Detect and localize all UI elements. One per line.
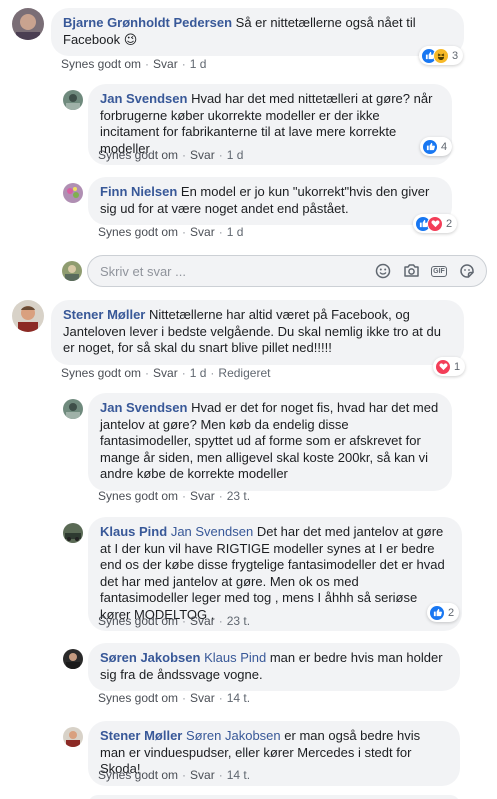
like-link[interactable]: Synes godt om	[98, 489, 178, 503]
mention-link[interactable]: Søren Jakobsen	[186, 728, 281, 743]
reply-bubble: Søren Jakobsen Klaus Pind man er bedre h…	[88, 643, 460, 691]
reply-bubble: Finn Nielsen En model er jo kun "ukorrek…	[88, 177, 452, 225]
like-link[interactable]: Synes godt om	[98, 148, 178, 162]
reply-link[interactable]: Svar	[190, 768, 215, 782]
edited-label[interactable]: Redigeret	[218, 366, 270, 380]
comment-actions: Synes godt om · Svar · 23 t.	[98, 489, 251, 503]
reactions-summary[interactable]: 3	[419, 46, 464, 65]
avatar-photo	[63, 399, 83, 419]
emoji-icon[interactable]	[374, 262, 392, 280]
reply-input[interactable]: Skriv et svar ... GIF	[87, 255, 487, 287]
comment-author[interactable]: Finn Nielsen	[100, 184, 177, 199]
reply-bubble: Jan Svendsen Hvad er det for noget fis, …	[88, 393, 452, 491]
sticker-icon[interactable]	[458, 262, 476, 280]
reply-bubble-partial	[88, 795, 460, 799]
comment-bubble: Stener Møller Nittetællerne har altid væ…	[51, 300, 464, 365]
like-link[interactable]: Synes godt om	[61, 57, 141, 71]
comment-bubble: Bjarne Grønholdt Pedersen Så er nittetæl…	[51, 8, 464, 56]
avatar-bjarne[interactable]	[12, 8, 44, 40]
avatar-photo	[63, 649, 83, 669]
reply-placeholder: Skriv et svar ...	[100, 263, 186, 279]
reply-tools: GIF	[374, 262, 486, 280]
reaction-count: 4	[441, 140, 448, 153]
reaction-count: 3	[452, 49, 459, 62]
avatar-stener[interactable]	[12, 300, 44, 332]
timestamp[interactable]: 14 t.	[227, 691, 250, 705]
reply-link[interactable]: Svar	[190, 691, 215, 705]
reaction-count: 2	[446, 217, 453, 230]
like-link[interactable]: Synes godt om	[98, 768, 178, 782]
comment-actions: Synes godt om · Svar · 14 t.	[98, 691, 251, 705]
like-reaction-icon	[429, 604, 445, 621]
reactions-summary[interactable]: 4	[420, 137, 453, 156]
comment-author[interactable]: Bjarne Grønholdt Pedersen	[63, 15, 232, 30]
avatar-photo	[62, 261, 82, 281]
reactions-summary[interactable]: 1	[433, 357, 466, 376]
timestamp[interactable]: 23 t.	[227, 489, 250, 503]
avatar-photo	[63, 90, 83, 110]
comment-actions: Synes godt om · Svar · 14 t.	[98, 768, 251, 782]
comment-author[interactable]: Stener Møller	[63, 307, 145, 322]
comment-author[interactable]: Klaus Pind	[100, 524, 167, 539]
timestamp[interactable]: 1 d	[190, 57, 207, 71]
like-link[interactable]: Synes godt om	[98, 614, 178, 628]
comment-author[interactable]: Jan Svendsen	[100, 91, 187, 106]
reply-link[interactable]: Svar	[190, 614, 215, 628]
like-link[interactable]: Synes godt om	[98, 691, 178, 705]
reaction-count: 1	[454, 360, 461, 373]
reply-link[interactable]: Svar	[153, 366, 178, 380]
comment-actions: Synes godt om · Svar · 1 d	[98, 148, 244, 162]
like-reaction-icon	[422, 138, 438, 155]
avatar-photo	[12, 8, 44, 40]
comment-actions: Synes godt om · Svar · 1 d · Redigeret	[61, 366, 271, 380]
avatar-jan[interactable]	[63, 90, 83, 110]
timestamp[interactable]: 14 t.	[227, 768, 250, 782]
timestamp[interactable]: 1 d	[227, 225, 244, 239]
avatar-finn[interactable]	[63, 183, 83, 203]
timestamp[interactable]: 1 d	[190, 366, 207, 380]
timestamp[interactable]: 23 t.	[227, 614, 250, 628]
comment-actions: Synes godt om · Svar · 1 d	[98, 225, 244, 239]
gif-icon[interactable]: GIF	[430, 262, 448, 280]
reply-link[interactable]: Svar	[190, 148, 215, 162]
timestamp[interactable]: 1 d	[227, 148, 244, 162]
haha-reaction-icon	[433, 47, 449, 64]
like-link[interactable]: Synes godt om	[61, 366, 141, 380]
mention-link[interactable]: Klaus Pind	[204, 650, 266, 665]
love-reaction-icon	[435, 358, 451, 375]
avatar-klaus[interactable]	[63, 523, 83, 543]
comment-author[interactable]: Søren Jakobsen	[100, 650, 200, 665]
avatar-photo	[63, 523, 83, 543]
like-link[interactable]: Synes godt om	[98, 225, 178, 239]
avatar-photo	[63, 727, 83, 747]
avatar-jan[interactable]	[63, 399, 83, 419]
avatar-stener[interactable]	[63, 727, 83, 747]
mention-link[interactable]: Jan Svendsen	[171, 524, 253, 539]
reply-link[interactable]: Svar	[153, 57, 178, 71]
avatar-photo	[63, 183, 83, 203]
love-reaction-icon	[427, 215, 443, 232]
comment-actions: Synes godt om · Svar · 23 t.	[98, 614, 251, 628]
reaction-count: 2	[448, 606, 455, 619]
camera-icon[interactable]	[402, 262, 420, 280]
reply-link[interactable]: Svar	[190, 489, 215, 503]
comment-actions: Synes godt om · Svar · 1 d	[61, 57, 207, 71]
current-user-avatar	[62, 261, 82, 281]
wink-emoji: 😉	[123, 31, 138, 47]
reactions-summary[interactable]: 2	[413, 214, 458, 233]
avatar-photo	[12, 300, 44, 332]
reactions-summary[interactable]: 2	[427, 603, 460, 622]
avatar-soren[interactable]	[63, 649, 83, 669]
reply-link[interactable]: Svar	[190, 225, 215, 239]
comment-author[interactable]: Jan Svendsen	[100, 400, 187, 415]
comment-author[interactable]: Stener Møller	[100, 728, 182, 743]
